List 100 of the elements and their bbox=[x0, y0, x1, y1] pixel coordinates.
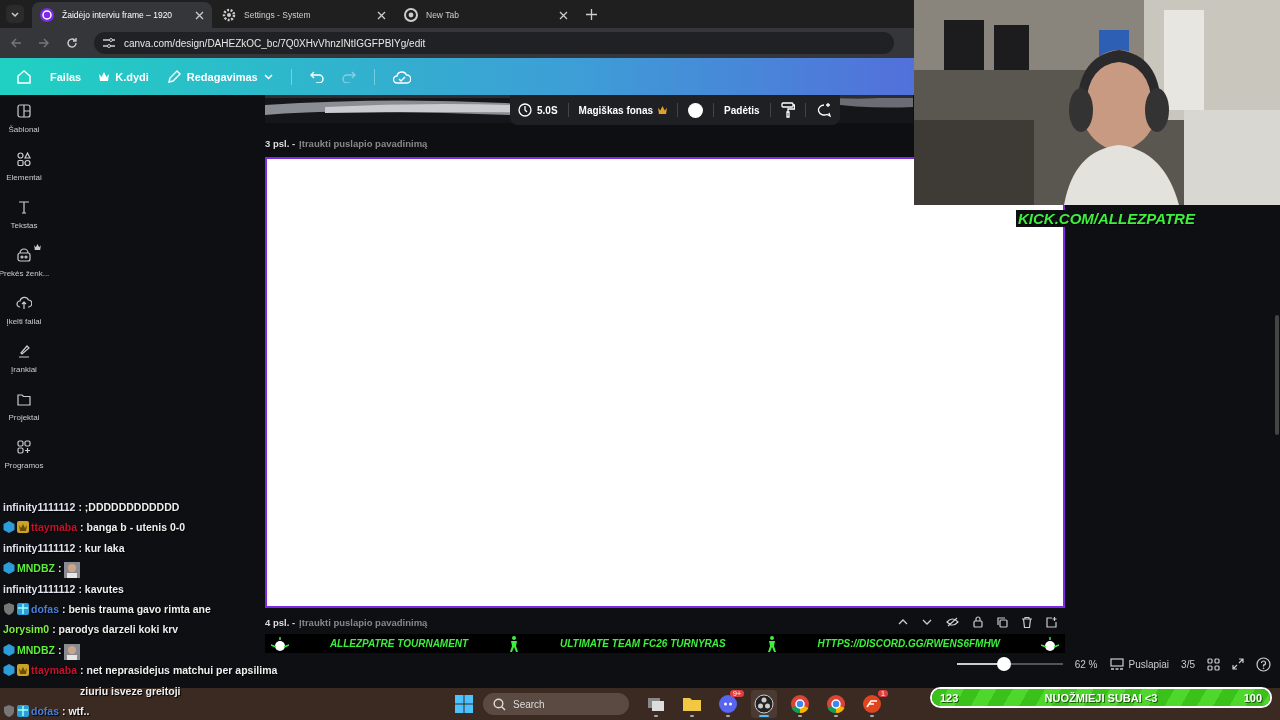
goal-title: NUOŽMIEJI SUBAI <3 bbox=[1044, 691, 1158, 704]
chat-username: infinity1111112 bbox=[3, 540, 76, 556]
banner-text: ALLEZPATRE TOURNAMENT bbox=[329, 638, 469, 649]
chat-text: : banga b - utenis 0-0 bbox=[80, 520, 186, 536]
caret-icon bbox=[263, 73, 273, 80]
discord-icon bbox=[718, 694, 738, 714]
banner-strip[interactable]: ALLEZPATRE TOURNAMENT ULTIMATE TEAM FC26 TURNYRAS HTTPS://DISCORD.GG/RWENS6FMHW bbox=[265, 634, 1065, 653]
apps-icon bbox=[16, 439, 32, 455]
color-swatch[interactable] bbox=[688, 102, 704, 118]
close-icon[interactable] bbox=[559, 10, 568, 20]
chat-text: : ;DDDDDDDDDDDD bbox=[78, 500, 180, 515]
canva-icon bbox=[40, 8, 54, 22]
add-page-icon[interactable] bbox=[1046, 616, 1057, 628]
slider-thumb[interactable] bbox=[997, 657, 1012, 671]
trash-icon[interactable] bbox=[1022, 616, 1032, 628]
sidebar-item[interactable]: Įrankiai bbox=[0, 343, 48, 389]
cloud-check-icon[interactable] bbox=[392, 69, 411, 84]
sidebar-item[interactable]: Įkelti failai bbox=[0, 295, 48, 341]
sidebar-item[interactable]: Šablonai bbox=[0, 103, 48, 149]
back-icon[interactable] bbox=[10, 37, 22, 49]
goal-current: 123 bbox=[940, 691, 959, 704]
hide-icon[interactable] bbox=[946, 617, 959, 627]
windows-start-icon[interactable] bbox=[455, 695, 473, 713]
chat-text: : parodys darzeli koki krv bbox=[52, 622, 179, 638]
site-settings-icon[interactable] bbox=[102, 37, 116, 49]
layout-icon bbox=[16, 103, 32, 119]
settings-icon bbox=[222, 8, 236, 22]
reload-icon[interactable] bbox=[66, 37, 78, 49]
chat-text: : kur laka bbox=[78, 540, 125, 556]
ball-icon bbox=[1040, 636, 1059, 651]
close-icon[interactable] bbox=[195, 10, 204, 20]
banner-text: ULTIMATE TEAM FC26 TURNYRAS bbox=[559, 638, 726, 649]
clock-icon bbox=[518, 103, 532, 117]
shapes-icon bbox=[16, 151, 32, 167]
browser-icon bbox=[790, 694, 810, 714]
chevron-up-icon[interactable] bbox=[898, 619, 908, 625]
new-tab-icon[interactable] bbox=[586, 8, 597, 20]
search-field[interactable]: Search bbox=[483, 693, 629, 715]
zoom-slider[interactable] bbox=[956, 657, 1063, 671]
chat-username: ttaymaba bbox=[31, 663, 78, 679]
pages-button[interactable]: Puslapiai bbox=[1109, 657, 1170, 671]
page-number: 3 psl. - bbox=[265, 137, 296, 149]
zoom-level[interactable]: 62 % bbox=[1074, 658, 1098, 670]
draw-icon bbox=[16, 343, 32, 359]
banner-text: HTTPS://DISCORD.GG/RWENS6FMHW bbox=[817, 638, 1001, 649]
chat-username: Jorysim0 bbox=[3, 622, 50, 638]
browser-icon bbox=[826, 694, 846, 714]
channel-url: KICK.COM/ALLEZPATRE bbox=[1016, 210, 1197, 227]
sidebar-item[interactable]: Projektai bbox=[0, 391, 48, 437]
crown-icon bbox=[99, 72, 110, 81]
sidebar-item[interactable]: Tekstas bbox=[0, 199, 48, 245]
folder-icon bbox=[16, 391, 32, 407]
duplicate-icon[interactable] bbox=[997, 616, 1008, 628]
comment-add-icon[interactable] bbox=[815, 102, 832, 118]
chat-text: : bbox=[57, 561, 62, 577]
chat-username: infinity1111112 bbox=[3, 581, 76, 597]
chat-username: infinity1111112 bbox=[3, 500, 76, 515]
player-icon bbox=[509, 635, 520, 652]
chat-username: ttaymaba bbox=[31, 520, 78, 536]
ball-icon bbox=[271, 636, 289, 651]
sidebar-item[interactable]: Programos bbox=[0, 439, 48, 485]
page-number: 4 psl. - bbox=[265, 616, 296, 628]
duration-button[interactable]: 5.0S bbox=[518, 103, 558, 117]
sidebar-item[interactable]: Prekės ženk... bbox=[0, 247, 48, 293]
help-icon[interactable] bbox=[1256, 656, 1271, 672]
fullscreen-icon[interactable] bbox=[1232, 658, 1244, 670]
chevron-down-icon[interactable] bbox=[922, 619, 932, 625]
chat-username: MNDBZ bbox=[17, 642, 55, 658]
chat-text: : kavutes bbox=[78, 581, 124, 597]
player-icon bbox=[766, 635, 777, 652]
lock-icon[interactable] bbox=[973, 616, 983, 628]
text-icon bbox=[16, 199, 32, 215]
page-counter: 3/5 bbox=[1181, 658, 1195, 670]
browser-tab[interactable]: Žaidėjo interviu frame – 1920 bbox=[32, 2, 212, 28]
game-icon bbox=[862, 694, 882, 714]
forward-icon[interactable] bbox=[38, 37, 50, 49]
chat-text: : net neprasidejus matchui per apsilima ziuriu isveze greitoji bbox=[80, 663, 279, 699]
chat-text: : wtf.. bbox=[62, 704, 90, 720]
magic-background-button[interactable]: Magiškas fonas bbox=[578, 104, 668, 116]
browser-tab[interactable]: New Tab bbox=[396, 2, 576, 28]
chrome-icon bbox=[404, 8, 418, 22]
taskbar-app[interactable] bbox=[751, 690, 777, 718]
monitor-icon bbox=[1109, 657, 1124, 671]
chat-text: : bbox=[57, 642, 62, 658]
page-title-field[interactable]: Įtraukti puslapio pavadinimą bbox=[299, 616, 428, 628]
address-bar[interactable]: canva.com/design/DAHEZkOC_bc/7Q0XHvVhnzINtIGGFPBIYg/edit bbox=[94, 32, 894, 54]
upload-icon bbox=[16, 295, 32, 311]
paint-roller-icon[interactable] bbox=[780, 102, 795, 118]
sidebar-item[interactable]: Elementai bbox=[0, 151, 48, 197]
chat-text: : benis trauma gavo rimta ane bbox=[62, 602, 211, 618]
page-title-field[interactable]: Įtraukti puslapio pavadinimą bbox=[299, 137, 428, 149]
browser-tab[interactable]: Settings - System bbox=[214, 2, 394, 28]
brand-icon bbox=[16, 247, 32, 263]
caret-icon bbox=[10, 9, 20, 19]
chat-username: dofas bbox=[31, 602, 59, 618]
goal-target: 100 bbox=[1243, 691, 1262, 704]
tab-list-button[interactable] bbox=[6, 5, 24, 23]
close-icon[interactable] bbox=[377, 10, 386, 20]
grid-view-icon[interactable] bbox=[1207, 657, 1220, 671]
position-button[interactable]: Padėtis bbox=[724, 104, 760, 116]
